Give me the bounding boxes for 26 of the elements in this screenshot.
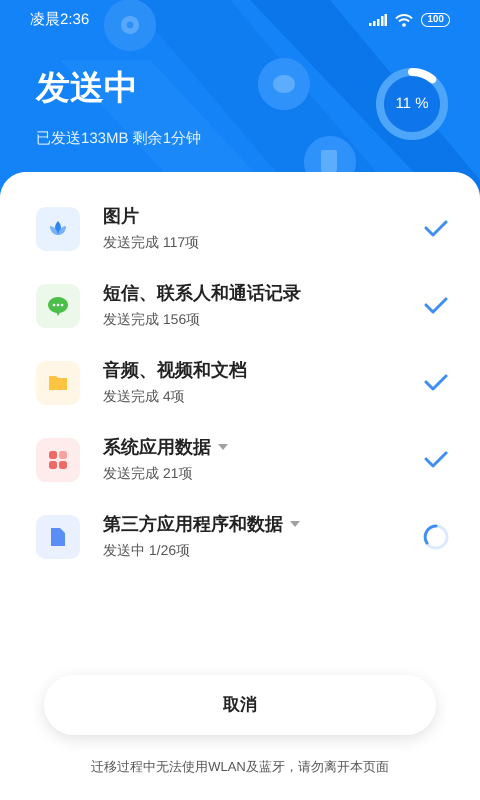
category-status: 发送完成 117项	[103, 233, 200, 252]
document-icon	[36, 514, 80, 558]
app-grid-icon	[36, 438, 80, 482]
category-status: 发送中 1/26项	[103, 541, 192, 560]
dropdown-caret-icon[interactable]	[217, 443, 229, 451]
cancel-button[interactable]: 取消	[44, 674, 436, 734]
battery-level: 100	[421, 13, 450, 27]
status-time: 凌晨2:36	[30, 10, 90, 30]
footer-note: 迁移过程中无法使用WLAN及蓝牙，请勿离开本页面	[91, 758, 389, 776]
category-status: 发送完成 156项	[103, 310, 202, 329]
progress-percent: 11 %	[394, 94, 430, 114]
category-title: 系统应用数据	[103, 436, 211, 459]
category-title: 图片	[103, 205, 139, 228]
category-title: 第三方应用程序和数据	[103, 513, 283, 536]
transfer-summary: 已发送133MB 剩余1分钟	[36, 129, 202, 149]
dropdown-caret-icon[interactable]	[289, 520, 301, 528]
category-status: 发送完成 21项	[103, 464, 194, 483]
category-title: 短信、联系人和通话记录	[103, 282, 301, 305]
wifi-icon	[395, 14, 414, 26]
folder-icon	[36, 360, 80, 404]
category-title: 音频、视频和文档	[103, 359, 247, 382]
category-status: 发送完成 4项	[103, 387, 186, 406]
signal-icon	[369, 14, 388, 26]
page-title: 发送中	[36, 68, 139, 108]
flower-icon	[36, 206, 80, 250]
chat-bubble-icon	[36, 284, 80, 328]
